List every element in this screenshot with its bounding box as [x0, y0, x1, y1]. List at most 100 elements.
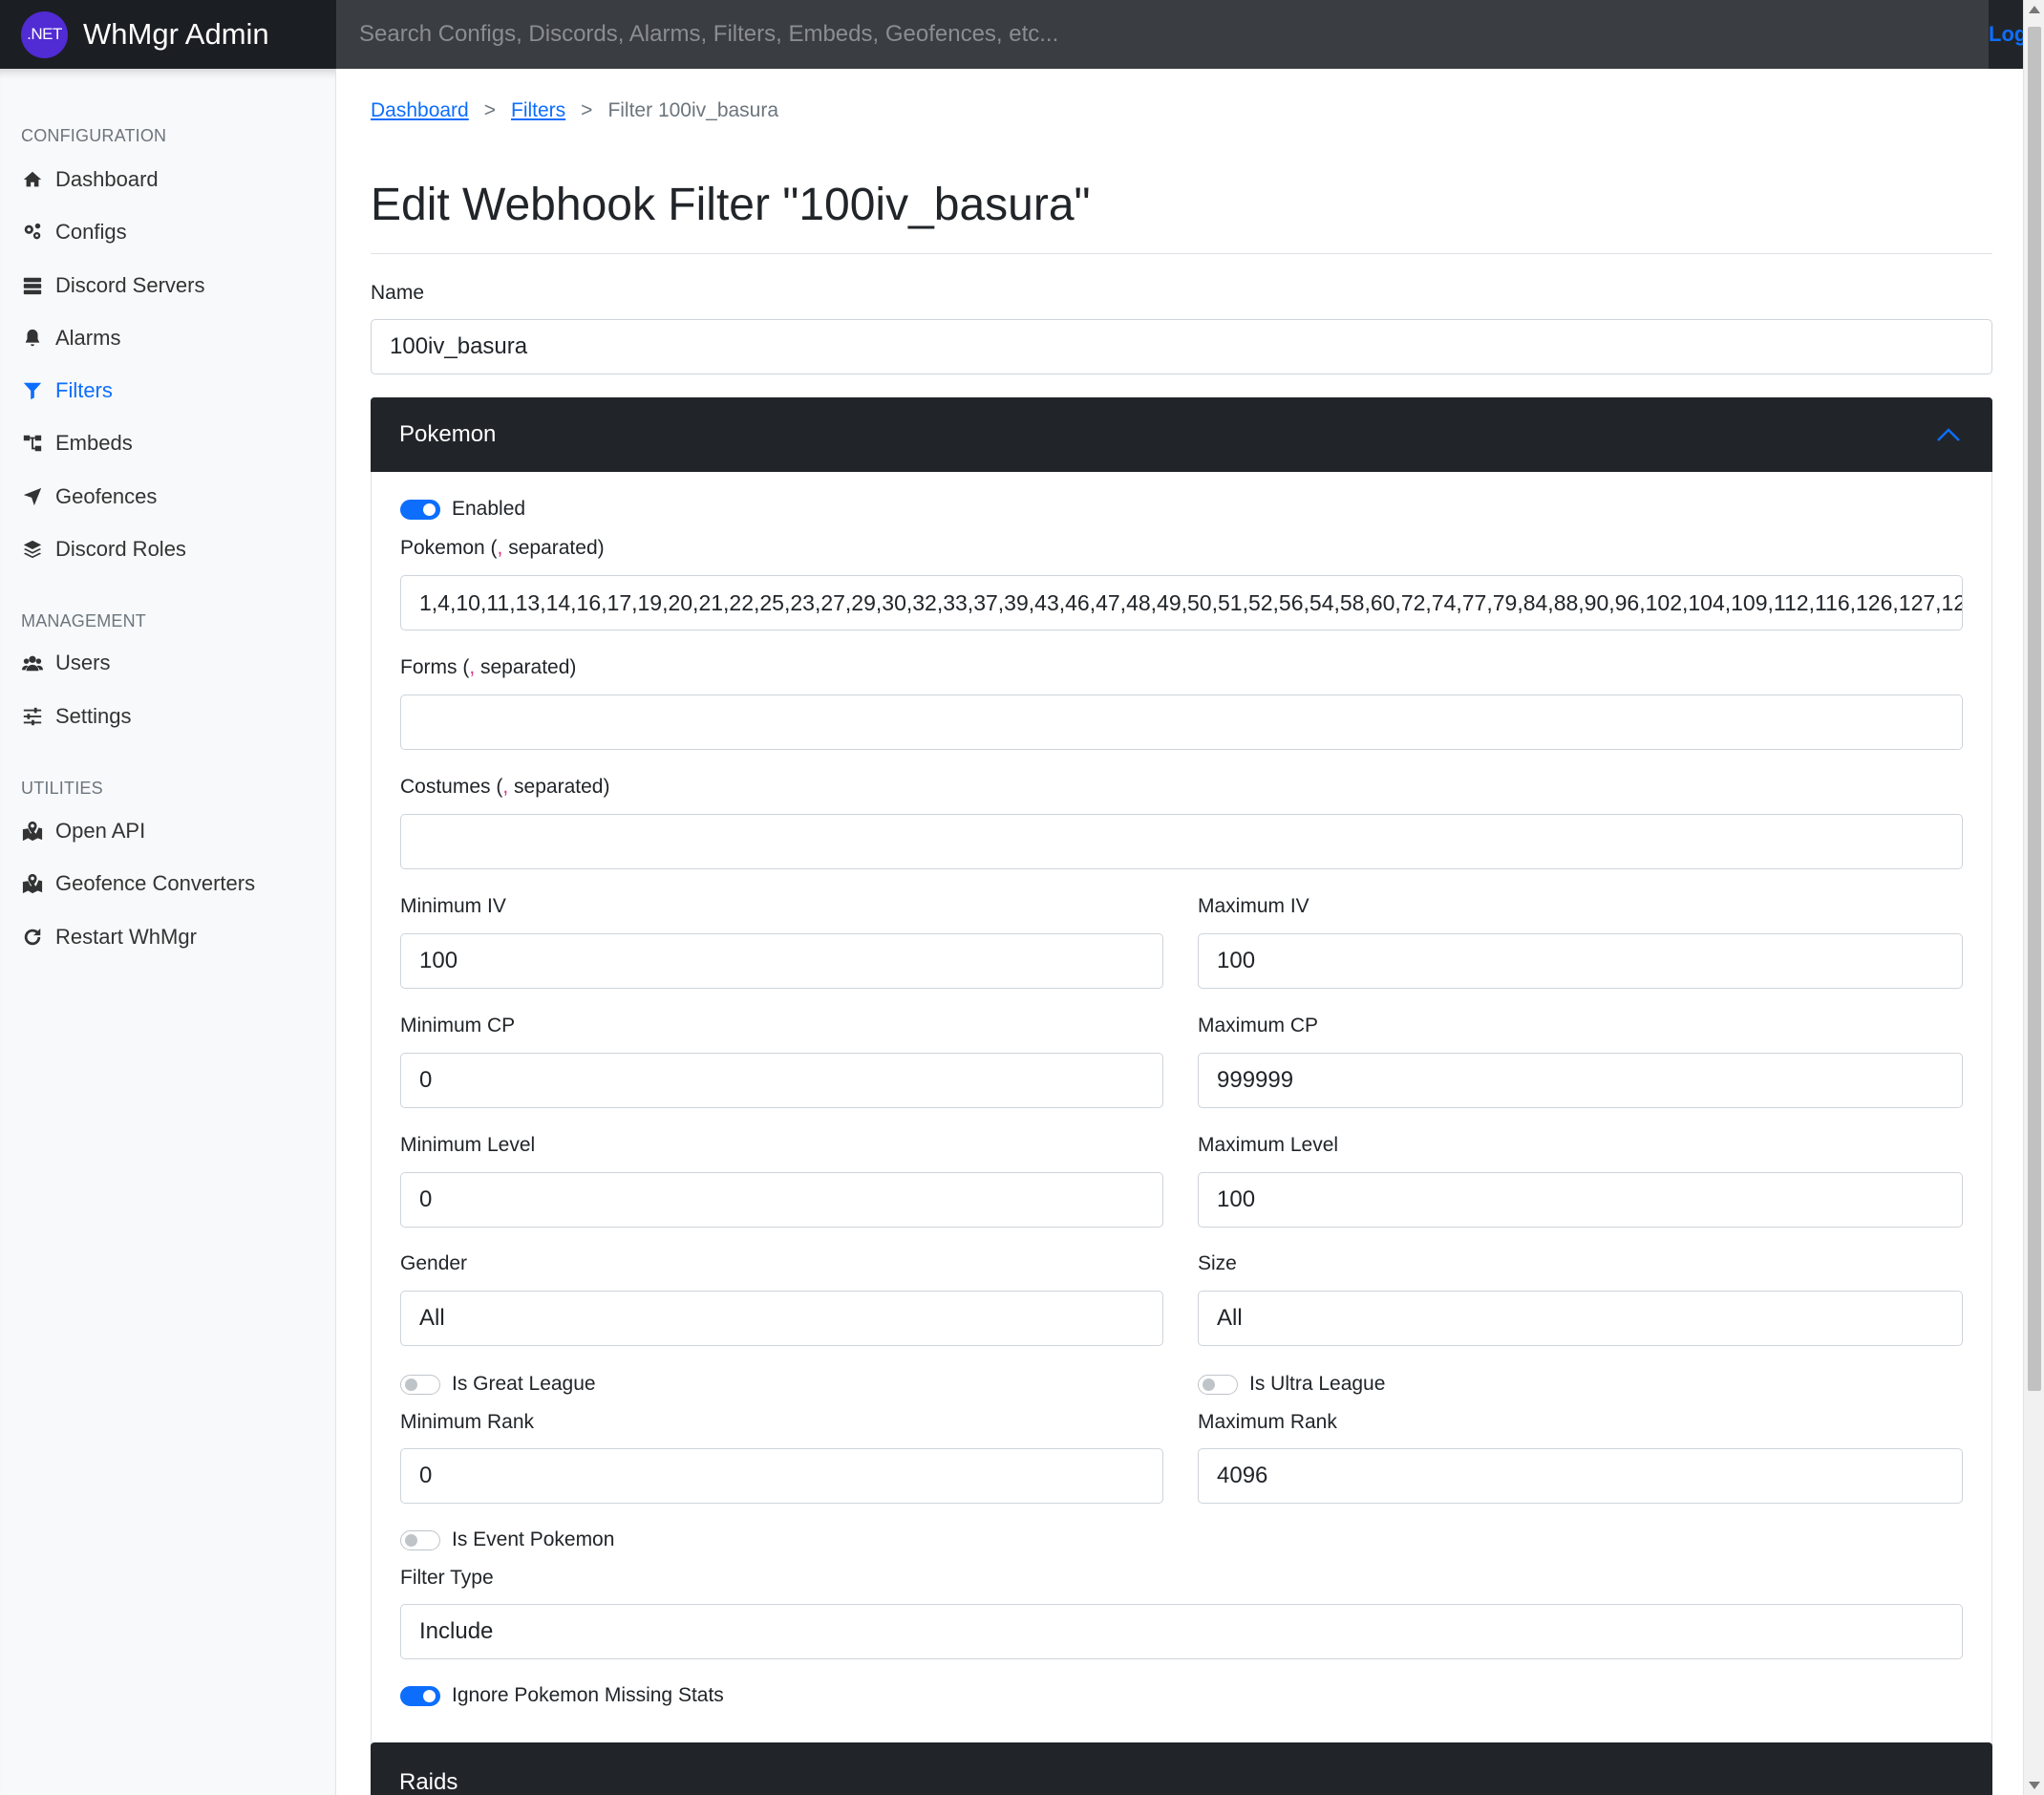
- max-cp-input[interactable]: 999999: [1198, 1053, 1963, 1108]
- sidebar-item-label: Geofence Converters: [55, 871, 256, 895]
- min-rank-input[interactable]: 0: [400, 1448, 1163, 1504]
- scroll-down-arrow-icon[interactable]: [2029, 1782, 2040, 1789]
- min-cp-input[interactable]: 0: [400, 1053, 1163, 1108]
- sidebar-item-geofences[interactable]: Geofences: [21, 481, 157, 513]
- sidebar-item-label: Dashboard: [55, 167, 159, 191]
- sidebar-item-restart-whmgr[interactable]: Restart WhMgr: [21, 921, 197, 953]
- users-icon: [21, 652, 44, 674]
- max-iv-label: Maximum IV: [1198, 895, 1309, 917]
- breadcrumb-dashboard-link[interactable]: Dashboard: [371, 99, 469, 122]
- ultra-league-toggle[interactable]: Is Ultra League: [1198, 1373, 1385, 1396]
- map-marked-icon: [21, 872, 44, 895]
- pokemon-card-header[interactable]: Pokemon: [371, 397, 1992, 472]
- filter-type-label: Filter Type: [400, 1567, 494, 1589]
- enabled-label: Enabled: [452, 498, 526, 520]
- forms-input[interactable]: [400, 694, 1963, 750]
- sidebar-item-open-api[interactable]: Open API: [21, 815, 145, 847]
- search-input[interactable]: [359, 21, 1989, 48]
- gender-select[interactable]: All: [400, 1291, 1163, 1346]
- max-rank-label: Maximum Rank: [1198, 1411, 1337, 1433]
- sidebar-item-label: Configs: [55, 220, 127, 244]
- sidebar-item-label: Geofences: [55, 484, 158, 508]
- sidebar-item-configs[interactable]: Configs: [21, 216, 127, 248]
- chevron-up-icon[interactable]: [1935, 422, 1962, 449]
- filter-icon: [21, 379, 44, 402]
- name-label: Name: [371, 282, 425, 304]
- sidebar-heading-utilities: Utilities: [21, 779, 103, 798]
- sitemap-icon: [21, 432, 44, 455]
- ignore-missing-stats-toggle[interactable]: Ignore Pokemon Missing Stats: [400, 1684, 724, 1707]
- size-select[interactable]: All: [1198, 1291, 1963, 1346]
- page-title: Edit Webhook Filter "100iv_basura": [371, 180, 1091, 230]
- sidebar-item-discord-roles[interactable]: Discord Roles: [21, 533, 186, 566]
- sidebar-item-filters[interactable]: Filters: [21, 374, 113, 407]
- max-iv-input[interactable]: 100: [1198, 933, 1963, 989]
- filter-type-select[interactable]: Include: [400, 1604, 1963, 1659]
- name-input[interactable]: 100iv_basura: [371, 319, 1992, 374]
- sidebar-heading-management: Management: [21, 611, 147, 630]
- map-marked-icon: [21, 820, 44, 843]
- breadcrumb-filters-link[interactable]: Filters: [511, 99, 565, 122]
- sidebar-item-label: Alarms: [55, 326, 121, 350]
- sidebar-item-embeds[interactable]: Embeds: [21, 427, 133, 459]
- sidebar-item-label: Filters: [55, 378, 113, 402]
- max-level-label: Maximum Level: [1198, 1134, 1339, 1156]
- top-navbar: .NET WhMgr Admin Login: [0, 0, 2044, 69]
- raids-card-header[interactable]: Raids: [371, 1742, 1992, 1795]
- costumes-input[interactable]: [400, 814, 1963, 869]
- max-cp-label: Maximum CP: [1198, 1015, 1319, 1036]
- min-cp-label: Minimum CP: [400, 1015, 516, 1036]
- min-level-input[interactable]: 0: [400, 1172, 1163, 1228]
- event-pokemon-toggle[interactable]: Is Event Pokemon: [400, 1528, 614, 1551]
- scrollbar-thumb[interactable]: [2028, 27, 2041, 1391]
- sidebar-item-discord-servers[interactable]: Discord Servers: [21, 269, 204, 302]
- pokemon-input[interactable]: 1,4,10,11,13,14,16,17,19,20,21,22,25,23,…: [400, 575, 1963, 630]
- min-rank-label: Minimum Rank: [400, 1411, 535, 1433]
- ultra-league-switch[interactable]: [1198, 1374, 1238, 1395]
- location-arrow-icon: [21, 485, 44, 508]
- min-iv-input[interactable]: 100: [400, 933, 1163, 989]
- sliders-icon: [21, 705, 44, 728]
- forms-label: Forms (, separated): [400, 656, 577, 678]
- raids-section-title: Raids: [399, 1769, 458, 1795]
- brand[interactable]: .NET WhMgr Admin: [0, 0, 336, 69]
- sidebar-item-label: Restart WhMgr: [55, 925, 197, 949]
- great-league-switch[interactable]: [400, 1374, 440, 1395]
- breadcrumb-separator: >: [483, 99, 496, 121]
- enabled-switch[interactable]: [400, 499, 440, 520]
- sidebar-item-label: Discord Servers: [55, 273, 205, 297]
- max-level-input[interactable]: 100: [1198, 1172, 1963, 1228]
- gender-label: Gender: [400, 1252, 468, 1274]
- event-pokemon-label: Is Event Pokemon: [452, 1528, 615, 1550]
- scroll-up-arrow-icon[interactable]: [2029, 6, 2040, 13]
- redo-icon: [21, 926, 44, 949]
- sidebar-item-label: Discord Roles: [55, 537, 186, 561]
- ignore-missing-stats-switch[interactable]: [400, 1685, 440, 1706]
- home-icon: [21, 168, 44, 191]
- enabled-toggle[interactable]: Enabled: [400, 498, 525, 521]
- sidebar-item-dashboard[interactable]: Dashboard: [21, 163, 159, 196]
- pokemon-section-title: Pokemon: [399, 421, 497, 447]
- sidebar-item-geofence-converters[interactable]: Geofence Converters: [21, 867, 255, 900]
- sidebar-item-label: Embeds: [55, 431, 133, 455]
- event-pokemon-switch[interactable]: [400, 1529, 440, 1550]
- max-rank-input[interactable]: 4096: [1198, 1448, 1963, 1504]
- min-iv-label: Minimum IV: [400, 895, 506, 917]
- page-scrollbar[interactable]: [2023, 0, 2044, 1795]
- pokemon-label: Pokemon (, separated): [400, 537, 605, 559]
- sidebar-item-users[interactable]: Users: [21, 647, 110, 679]
- layers-icon: [21, 538, 44, 561]
- great-league-toggle[interactable]: Is Great League: [400, 1373, 596, 1396]
- breadcrumb: Dashboard > Filters > Filter 100iv_basur…: [371, 99, 778, 122]
- ignore-missing-stats-label: Ignore Pokemon Missing Stats: [452, 1684, 724, 1706]
- server-icon: [21, 274, 44, 297]
- ultra-league-label: Is Ultra League: [1249, 1373, 1386, 1395]
- size-label: Size: [1198, 1252, 1237, 1274]
- app-title: WhMgr Admin: [83, 17, 269, 51]
- sidebar-item-settings[interactable]: Settings: [21, 700, 132, 733]
- breadcrumb-separator: >: [581, 99, 593, 121]
- costumes-label: Costumes (, separated): [400, 776, 610, 798]
- title-divider: [371, 253, 1992, 254]
- min-level-label: Minimum Level: [400, 1134, 536, 1156]
- sidebar-item-alarms[interactable]: Alarms: [21, 322, 120, 354]
